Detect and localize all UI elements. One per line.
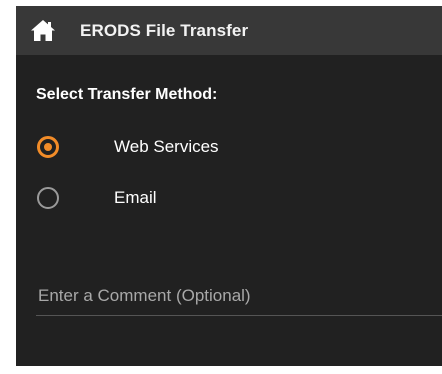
- home-icon[interactable]: [30, 19, 56, 42]
- transfer-panel: ERODS File Transfer Select Transfer Meth…: [16, 6, 442, 366]
- radio-label-email: Email: [114, 188, 157, 207]
- app-title: ERODS File Transfer: [80, 21, 249, 40]
- radio-label-web-services: Web Services: [114, 137, 219, 156]
- title-bar: ERODS File Transfer: [16, 6, 442, 55]
- radio-option-web-services[interactable]: Web Services: [16, 130, 442, 164]
- transfer-method-heading: Select Transfer Method:: [36, 86, 218, 103]
- radio-button-unchecked[interactable]: [37, 187, 59, 209]
- radio-option-email[interactable]: Email: [16, 181, 442, 215]
- radio-button-checked[interactable]: [37, 136, 59, 158]
- comment-input[interactable]: [36, 276, 442, 316]
